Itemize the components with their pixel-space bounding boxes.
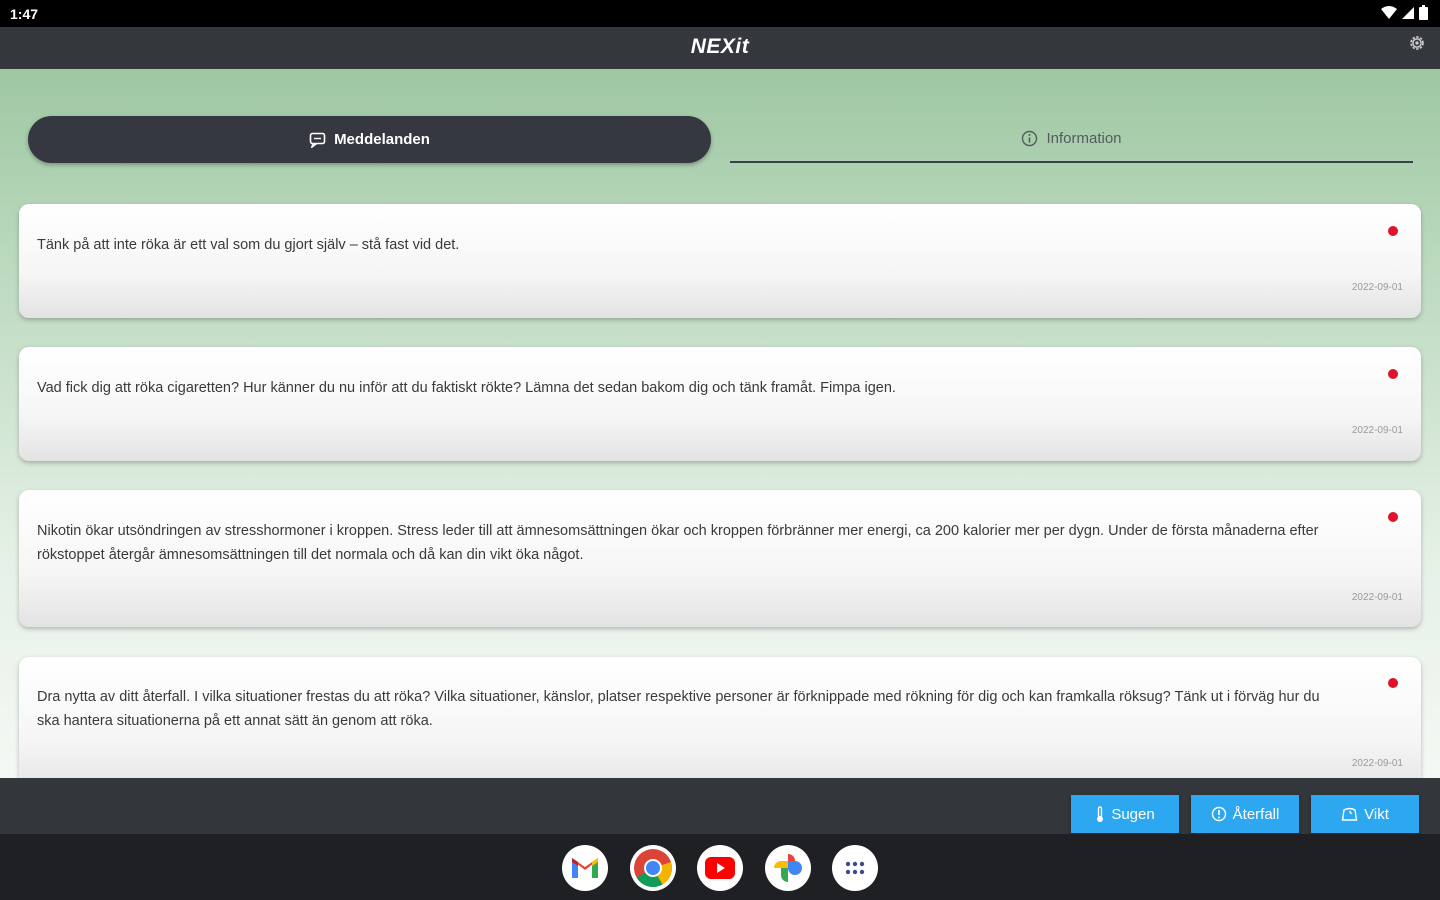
scale-icon [1341, 807, 1358, 821]
message-card[interactable]: Nikotin ökar utsöndringen av stresshormo… [19, 490, 1421, 627]
button-label: Sugen [1111, 805, 1155, 823]
aterfall-button[interactable]: Återfall [1191, 795, 1299, 833]
unread-indicator [1388, 226, 1398, 236]
message-card[interactable]: Dra nytta av ditt återfall. I vilka situ… [19, 657, 1421, 778]
tab-label: Meddelanden [334, 131, 430, 148]
message-date: 2022-09-01 [1351, 425, 1403, 436]
unread-indicator [1388, 369, 1398, 379]
chrome-icon [634, 849, 672, 888]
youtube-icon [705, 857, 735, 879]
unread-indicator [1388, 512, 1398, 522]
status-time: 1:47 [10, 6, 39, 22]
message-text: Vad fick dig att röka cigaretten? Hur kä… [37, 380, 896, 396]
bottom-action-bar: Sugen Återfall Vikt [0, 778, 1440, 834]
app-title: NEXit [690, 35, 750, 58]
battery-icon [1419, 5, 1428, 20]
wifi-icon [1381, 5, 1397, 19]
alert-icon [1211, 806, 1226, 822]
message-card[interactable]: Tänk på att inte röka är ett val som du … [19, 204, 1421, 318]
unread-indicator [1388, 678, 1398, 688]
signal-icon [1402, 6, 1414, 19]
message-date: 2022-09-01 [1351, 282, 1403, 293]
app-drawer-icon [845, 861, 865, 875]
button-label: Återfall [1232, 805, 1280, 823]
button-label: Vikt [1364, 805, 1389, 823]
message-card[interactable]: Vad fick dig att röka cigaretten? Hur kä… [19, 347, 1421, 461]
thermometer-icon [1097, 805, 1104, 822]
gmail-app[interactable] [562, 845, 608, 891]
system-dock [0, 834, 1440, 900]
app-drawer[interactable] [832, 845, 878, 891]
info-icon [1022, 130, 1038, 147]
vikt-button[interactable]: Vikt [1311, 795, 1419, 833]
tab-information[interactable]: Information [730, 116, 1413, 163]
message-text: Nikotin ökar utsöndringen av stresshormo… [37, 523, 1319, 563]
youtube-app[interactable] [697, 845, 743, 891]
photos-app[interactable] [765, 845, 811, 891]
message-text: Dra nytta av ditt återfall. I vilka situ… [37, 689, 1320, 729]
message-date: 2022-09-01 [1351, 592, 1403, 603]
photos-icon [774, 854, 802, 882]
tab-meddelanden[interactable]: Meddelanden [28, 116, 711, 163]
message-date: 2022-09-01 [1351, 758, 1403, 769]
chrome-app[interactable] [630, 845, 676, 891]
message-icon [309, 132, 326, 148]
main-content: Meddelanden Information Tänk på att inte… [0, 69, 1440, 778]
app-bar: NEXit [0, 27, 1440, 69]
status-bar: 1:47 [0, 0, 1440, 27]
status-icons [1381, 5, 1428, 20]
tab-label: Information [1046, 130, 1122, 147]
sugen-button[interactable]: Sugen [1071, 795, 1179, 833]
message-text: Tänk på att inte röka är ett val som du … [37, 237, 460, 253]
gear-icon[interactable] [1408, 34, 1426, 52]
gmail-icon [572, 858, 598, 878]
